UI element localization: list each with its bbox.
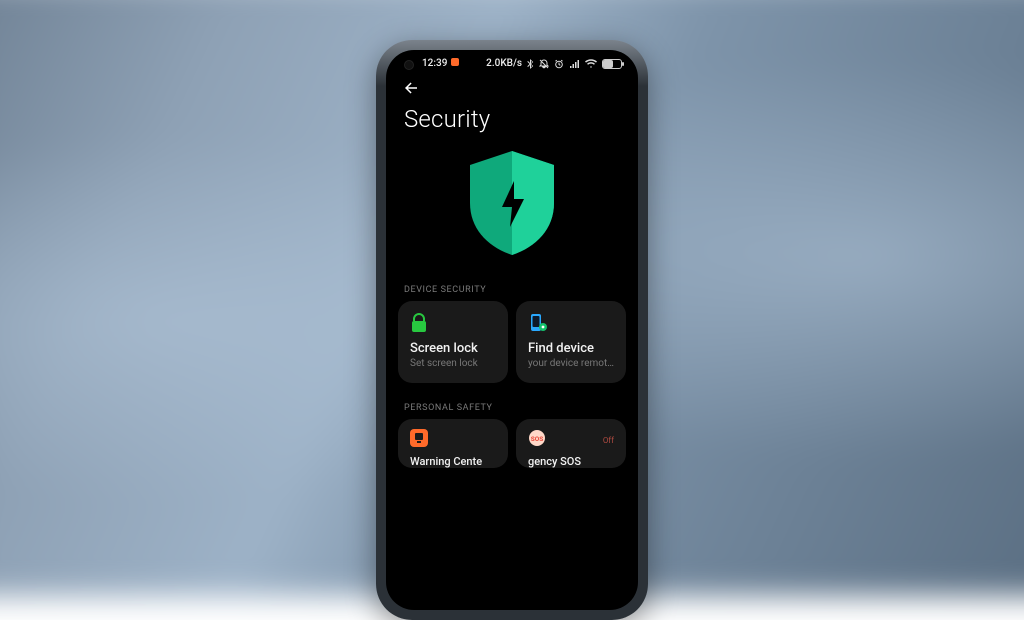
warning-icon bbox=[410, 429, 428, 451]
alarm-icon bbox=[554, 59, 564, 69]
tile-title: Warning Cente bbox=[410, 455, 496, 468]
phone-screen: 12:39 2.0KB/s bbox=[386, 50, 638, 610]
recording-indicator-icon bbox=[451, 58, 459, 66]
signal-icon bbox=[569, 59, 580, 69]
lock-icon bbox=[410, 313, 496, 335]
back-arrow-icon bbox=[402, 79, 420, 97]
section-label-personal-safety: PERSONAL SAFETY bbox=[386, 397, 638, 419]
dnd-icon bbox=[539, 59, 549, 69]
bluetooth-icon bbox=[527, 59, 534, 69]
status-bar: 12:39 2.0KB/s bbox=[386, 50, 638, 71]
punch-hole-camera bbox=[404, 60, 414, 70]
phone-frame: 12:39 2.0KB/s bbox=[376, 40, 648, 620]
tile-title: Find device bbox=[528, 341, 614, 356]
tile-subtitle: Set screen lock bbox=[410, 358, 496, 369]
tile-emergency-sos[interactable]: SOS Off gency SOS bbox=[516, 419, 626, 468]
tile-title: Screen lock bbox=[410, 341, 496, 356]
security-shield-graphic bbox=[386, 141, 638, 279]
phone-locate-icon bbox=[528, 313, 614, 335]
tile-find-device[interactable]: Find device your device remot… bbox=[516, 301, 626, 383]
status-net-speed: 2.0KB/s bbox=[486, 58, 522, 69]
status-badge-off: Off bbox=[603, 436, 614, 445]
shield-icon bbox=[462, 147, 562, 259]
tile-screen-lock[interactable]: Screen lock Set screen lock bbox=[398, 301, 508, 383]
section-label-device-security: DEVICE SECURITY bbox=[386, 279, 638, 301]
page-title: Security bbox=[386, 103, 638, 141]
battery-icon bbox=[602, 59, 622, 69]
tile-title: gency SOS bbox=[528, 455, 614, 468]
status-time: 12:39 bbox=[422, 58, 459, 69]
sos-icon: SOS bbox=[528, 429, 548, 451]
tile-warning-centre[interactable]: Warning Cente bbox=[398, 419, 508, 468]
back-button[interactable] bbox=[386, 71, 638, 103]
tile-subtitle: your device remot… bbox=[528, 358, 614, 369]
svg-text:SOS: SOS bbox=[531, 435, 544, 443]
wifi-icon bbox=[585, 59, 597, 69]
